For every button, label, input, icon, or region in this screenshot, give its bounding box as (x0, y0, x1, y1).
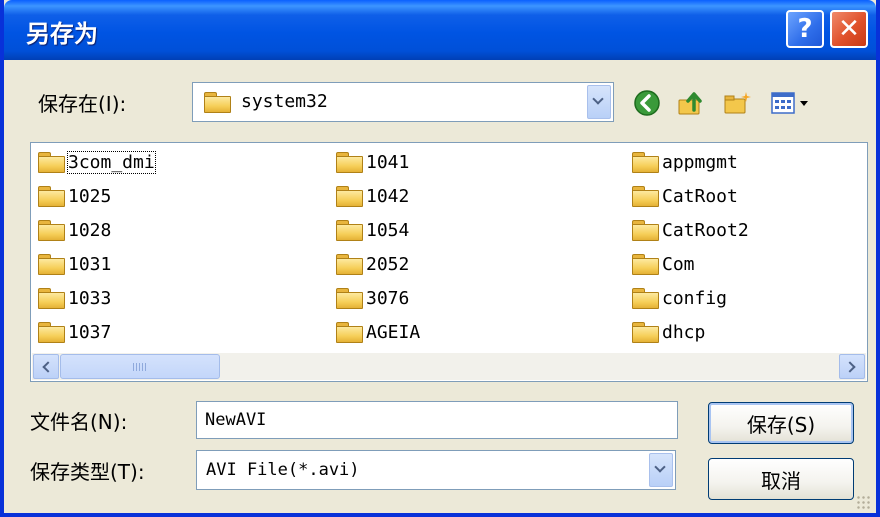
close-icon: ✕ (838, 14, 860, 44)
save-in-label: 保存在(I): (38, 92, 127, 116)
list-item[interactable]: 1025 (37, 181, 111, 211)
filename-input[interactable]: NewAVI (196, 401, 678, 439)
folder-icon (631, 254, 659, 275)
list-item[interactable]: 1041 (335, 147, 409, 177)
folder-icon (631, 322, 659, 343)
filetype-dropdown[interactable]: AVI File(*.avi) (196, 450, 676, 490)
save-in-dropdown[interactable]: system32 (192, 82, 614, 122)
list-item[interactable]: appmgmt (631, 147, 738, 177)
close-button[interactable]: ✕ (830, 10, 868, 48)
folder-icon (335, 186, 363, 207)
file-name: CatRoot (662, 185, 738, 207)
file-name: appmgmt (662, 151, 738, 173)
scroll-right-button[interactable] (839, 354, 865, 379)
save-as-dialog: 另存为 ? ✕ 保存在(I): system32 3com_dmi 1025 1… (0, 0, 880, 517)
folder-icon (631, 152, 659, 173)
filetype-label: 保存类型(T): (30, 460, 145, 484)
file-name: CatRoot2 (662, 219, 749, 241)
horizontal-scrollbar[interactable] (32, 353, 866, 380)
file-list[interactable]: 3com_dmi 1025 1028 1031 1033 1037 1041 1… (30, 142, 868, 382)
resize-grip[interactable] (856, 495, 870, 509)
folder-icon (37, 220, 65, 241)
list-item[interactable]: CatRoot (631, 181, 738, 211)
list-item[interactable]: 1028 (37, 215, 111, 245)
list-item[interactable]: 1031 (37, 249, 111, 279)
file-name: 1031 (68, 253, 112, 275)
list-item[interactable]: CatRoot2 (631, 215, 749, 245)
scroll-left-button[interactable] (33, 354, 59, 379)
list-item[interactable]: 1037 (37, 317, 111, 347)
filename-label: 文件名(N): (30, 410, 128, 434)
list-item[interactable]: 2052 (335, 249, 409, 279)
title-bar[interactable]: 另存为 ? ✕ (4, 0, 876, 60)
view-menu-icon[interactable] (770, 88, 814, 118)
list-item[interactable]: dhcp (631, 317, 705, 347)
dialog-title: 另存为 (26, 20, 98, 48)
list-item[interactable]: Com (631, 249, 695, 279)
folder-icon (335, 254, 363, 275)
folder-icon (335, 288, 363, 309)
folder-icon (37, 152, 65, 173)
filetype-value: AVI File(*.avi) (206, 460, 360, 480)
folder-icon (37, 322, 65, 343)
file-name: dhcp (662, 321, 706, 343)
cancel-button[interactable]: 取消 (708, 458, 854, 500)
save-button[interactable]: 保存(S) (708, 402, 854, 444)
file-name: 2052 (366, 253, 410, 275)
folder-icon (37, 288, 65, 309)
file-name: AGEIA (366, 321, 421, 343)
help-button[interactable]: ? (786, 10, 824, 48)
file-name: 1054 (366, 219, 410, 241)
file-name: 1037 (68, 321, 112, 343)
file-name: 1025 (68, 185, 112, 207)
folder-icon (631, 288, 659, 309)
list-item[interactable]: AGEIA (335, 317, 420, 347)
file-name: config (662, 287, 728, 309)
up-folder-icon[interactable] (676, 88, 706, 118)
current-folder-name: system32 (241, 91, 328, 112)
folder-icon (335, 152, 363, 173)
file-name: 1028 (68, 219, 112, 241)
list-item[interactable]: 1033 (37, 283, 111, 313)
folder-icon (203, 91, 231, 113)
list-item[interactable]: 3076 (335, 283, 409, 313)
file-name: 3076 (366, 287, 410, 309)
folder-icon (37, 186, 65, 207)
file-name: 3com_dmi (67, 150, 156, 174)
file-name: 1041 (366, 151, 410, 173)
file-name: Com (662, 253, 695, 275)
list-item[interactable]: 3com_dmi (37, 147, 156, 177)
folder-icon (37, 254, 65, 275)
folder-icon (631, 220, 659, 241)
back-icon[interactable] (632, 88, 662, 118)
help-icon: ? (797, 14, 813, 44)
folder-icon (335, 220, 363, 241)
chevron-down-icon[interactable] (649, 453, 673, 487)
scrollbar-thumb[interactable] (60, 354, 220, 379)
chevron-down-icon[interactable] (587, 85, 611, 119)
list-item[interactable]: config (631, 283, 727, 313)
folder-icon (631, 186, 659, 207)
file-name: 1033 (68, 287, 112, 309)
file-name: 1042 (366, 185, 410, 207)
new-folder-icon[interactable] (722, 88, 752, 118)
list-item[interactable]: 1054 (335, 215, 409, 245)
list-item[interactable]: 1042 (335, 181, 409, 211)
folder-icon (335, 322, 363, 343)
